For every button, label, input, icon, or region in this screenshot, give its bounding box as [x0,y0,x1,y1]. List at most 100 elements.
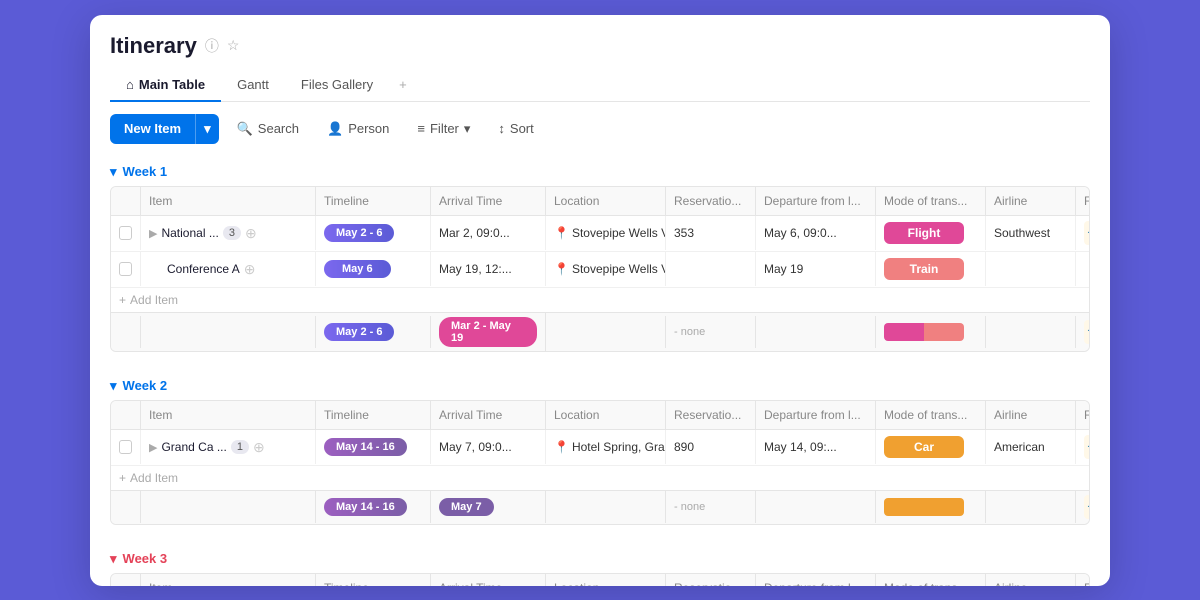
search-button[interactable]: 🔍 Search [227,115,309,143]
location-pin-icon: 📍 [554,440,569,454]
tab-main-table[interactable]: ⌂ Main Table [110,69,221,102]
week-3-group: ▾ Week 3 Item Timeline Arrival Time Loca… [110,543,1090,586]
add-item-row[interactable]: + Add Item [111,288,1089,312]
cell-departure: May 19 [756,252,876,286]
expand-icon[interactable]: ▶ [149,441,157,454]
week-2-collapse-icon: ▾ [110,378,117,394]
timeline-badge[interactable]: May 6 [324,260,391,278]
col-check [111,401,141,429]
add-subitem-icon[interactable]: ⊕ [245,225,257,242]
cell-airline: Southwest [986,216,1076,250]
new-item-dropdown-arrow[interactable]: ▾ [195,114,219,144]
info-icon[interactable]: ⓘ [205,36,219,56]
cell-arrival: Mar 2, 09:0... [431,216,546,250]
cell-check[interactable] [111,252,141,286]
add-subitem-icon[interactable]: ⊕ [244,261,256,278]
tab-files-gallery[interactable]: Files Gallery [285,69,389,102]
cell-airline: American [986,430,1076,464]
cell-flight-doc [1076,252,1090,286]
sum-timeline: May 2 - 6 [316,316,431,348]
tab-gantt[interactable]: Gantt [221,69,285,102]
star-icon[interactable]: ☆ [227,37,240,54]
add-item-icon: + [119,471,126,485]
cell-location: 📍 Stovepipe Wells Vill... [546,216,666,250]
filter-dropdown-icon: ▾ [464,121,471,137]
mode-badge-flight[interactable]: Flight [884,222,964,244]
week-2-col-headers: Item Timeline Arrival Time Location Rese… [111,401,1089,430]
week-3-collapse-icon: ▾ [110,551,117,567]
col-reservation: Reservatio... [666,401,756,429]
cell-check[interactable] [111,430,141,464]
sum-timeline: May 14 - 16 [316,491,431,523]
week-3-table: Item Timeline Arrival Time Location Rese… [110,573,1090,586]
mode-color-bar [884,498,964,516]
week-1-header[interactable]: ▾ Week 1 [110,156,1090,186]
col-airline: Airline [986,187,1076,215]
cell-mode: Flight [876,216,986,250]
person-button[interactable]: 👤 Person [317,115,399,143]
col-departure: Departure from l... [756,187,876,215]
col-timeline: Timeline [316,401,431,429]
col-arrival: Arrival Time [431,401,546,429]
col-reservation: Reservatio... [666,187,756,215]
filter-button[interactable]: ≡ Filter ▾ [407,115,480,143]
flight-doc-sum-icon: 🛫 [1084,495,1090,519]
col-item: Item [141,187,316,215]
table-row: ▶ National ... 3 ⊕ May 2 - 6 Mar 2, 09:0… [111,216,1089,252]
col-check [111,187,141,215]
cell-timeline: May 2 - 6 [316,216,431,250]
tabs: ⌂ Main Table Gantt Files Gallery + [110,69,1090,102]
flight-doc-sum-icon: 🛫 [1084,320,1090,344]
cell-reservation: 353 [666,216,756,250]
timeline-badge[interactable]: May 14 - 16 [324,438,407,456]
home-icon: ⌂ [126,77,134,92]
week-2-header[interactable]: ▾ Week 2 [110,370,1090,400]
location-pin-icon: 📍 [554,262,569,276]
checkbox[interactable] [119,262,132,276]
tab-add[interactable]: + [389,69,417,101]
person-icon: 👤 [327,121,343,137]
title-row: Itinerary ⓘ ☆ [110,33,1090,59]
sum-arrival: May 7 [431,491,546,523]
new-item-button[interactable]: New Item ▾ [110,114,219,144]
sum-reservation: - none [666,316,756,348]
mode-color-bar [884,323,964,341]
cell-mode: Car [876,430,986,464]
week-3-header[interactable]: ▾ Week 3 [110,543,1090,573]
cell-mode: Train [876,252,986,286]
cell-timeline: May 6 [316,252,431,286]
col-location: Location [546,401,666,429]
flight-doc-icon[interactable]: 🛫 [1084,221,1090,245]
col-arrival: Arrival Time [431,187,546,215]
week-2-table: Item Timeline Arrival Time Location Rese… [110,400,1090,525]
toolbar: New Item ▾ 🔍 Search 👤 Person ≡ Filter ▾ … [90,102,1110,156]
cell-reservation: 890 [666,430,756,464]
cell-check[interactable] [111,216,141,250]
mode-badge-train[interactable]: Train [884,258,964,280]
cell-flight-doc: 🛫 [1076,430,1090,464]
col-item: Item [141,401,316,429]
week-1-group: ▾ Week 1 Item Timeline Arrival Time Loca… [110,156,1090,352]
add-subitem-icon[interactable]: ⊕ [253,439,265,456]
cell-arrival: May 19, 12:... [431,252,546,286]
search-icon: 🔍 [237,121,253,137]
mode-badge-car[interactable]: Car [884,436,964,458]
week-1-table: Item Timeline Arrival Time Location Rese… [110,186,1090,352]
table-row: ▶ Grand Ca ... 1 ⊕ May 14 - 16 May 7, 09… [111,430,1089,466]
col-departure: Departure from l... [756,401,876,429]
checkbox[interactable] [119,440,132,454]
sum-mode [876,316,986,348]
cell-arrival: May 7, 09:0... [431,430,546,464]
flight-doc-icon[interactable]: 🛫 [1084,435,1090,459]
timeline-badge[interactable]: May 2 - 6 [324,224,394,242]
sort-button[interactable]: ↕ Sort [488,115,543,142]
week-2-group: ▾ Week 2 Item Timeline Arrival Time Loca… [110,370,1090,525]
col-flight-doc: Flight do... [1076,401,1090,429]
location-pin-icon: 📍 [554,226,569,240]
expand-icon[interactable]: ▶ [149,227,157,240]
table-row: Conference A ⊕ May 6 May 19, 12:... 📍 St… [111,252,1089,288]
cell-location: 📍 Hotel Spring, Grand ... [546,430,666,464]
add-item-row[interactable]: + Add Item [111,466,1089,490]
checkbox[interactable] [119,226,132,240]
cell-airline [986,252,1076,286]
